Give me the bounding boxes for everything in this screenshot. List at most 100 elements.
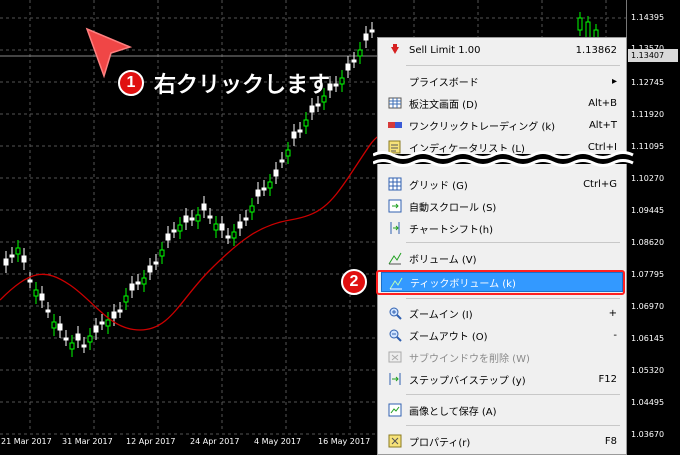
candle-body	[75, 333, 81, 341]
candle-body	[183, 215, 189, 223]
menu-item-step-by-step[interactable]: ステップバイステップ (y) F12	[381, 369, 623, 389]
properties-icon	[388, 434, 402, 448]
step2-annotation: 2	[341, 269, 367, 295]
sell-limit-icon	[388, 43, 402, 57]
date-tick: 4 May 2017	[254, 437, 302, 446]
candle-body	[153, 261, 159, 265]
candle-body	[213, 223, 219, 231]
menu-item-label: プライスボード	[409, 77, 479, 89]
date-tick: 31 Mar 2017	[62, 437, 113, 446]
zoom-in-icon	[388, 306, 402, 320]
candle-body	[57, 323, 63, 331]
price-tick: 1.03670	[631, 430, 665, 439]
one-click-trading-icon	[388, 118, 402, 132]
candle-body	[33, 289, 39, 297]
candle-body	[27, 279, 33, 283]
candle-body	[159, 249, 165, 257]
candle-body	[267, 181, 273, 189]
candle-body	[351, 59, 357, 63]
candle-body	[249, 205, 255, 213]
volume-icon	[388, 251, 402, 265]
candle-body	[303, 119, 309, 127]
menu-item-label: グリッド (G)	[409, 180, 468, 192]
candle-body	[285, 149, 291, 157]
step1-number: 1	[118, 70, 144, 96]
menu-item-properties[interactable]: プロパティ(r) F8	[381, 431, 623, 451]
candle-body	[117, 309, 123, 313]
menu-item-chart-shift[interactable]: チャートシフト(h)	[381, 218, 623, 238]
candle-body	[291, 131, 297, 139]
candle-body	[105, 319, 111, 327]
candle-body	[111, 311, 117, 319]
candle-body	[255, 189, 261, 197]
menu-item-label: ズームアウト (O)	[409, 331, 488, 343]
candle-body	[9, 254, 15, 258]
candle-body	[177, 224, 183, 232]
price-tick: 1.05320	[631, 366, 665, 375]
menu-item-grid[interactable]: グリッド (G) Ctrl+G	[381, 174, 623, 194]
menu-item-order-book[interactable]: 板注文画面 (D) Alt+B	[381, 93, 623, 113]
price-tick: 1.11095	[631, 142, 665, 151]
tick-volume-highlight-frame	[376, 270, 625, 295]
delete-subwindow-icon	[388, 350, 402, 364]
menu-item-label: 画像として保存 (A)	[409, 406, 497, 418]
menu-item-price-board[interactable]: プライスボード ▸	[381, 71, 623, 91]
candle-body	[195, 214, 201, 222]
menu-item-zoom-in[interactable]: ズームイン (I) +	[381, 303, 623, 323]
candle-body	[99, 321, 105, 325]
price-tick: 1.14395	[631, 13, 665, 22]
price-tick: 1.04495	[631, 398, 665, 407]
candle-body	[309, 105, 315, 113]
candle-body	[123, 295, 129, 303]
candle-body	[63, 337, 69, 341]
menu-item-zoom-out[interactable]: ズームアウト (O) -	[381, 325, 623, 345]
candle-body	[297, 129, 303, 133]
menu-item-one-click-trading[interactable]: ワンクリックトレーディング (k) Alt+T	[381, 115, 623, 135]
menu-item-auto-scroll[interactable]: 自動スクロール (S)	[381, 196, 623, 216]
candle-body	[141, 277, 147, 285]
menu-item-label: Sell Limit 1.00	[409, 44, 481, 56]
menu-item-shortcut: -	[613, 329, 617, 341]
menu-separator	[406, 242, 620, 243]
candle-body	[207, 215, 213, 219]
candle-body	[165, 233, 171, 241]
candle-body	[219, 223, 225, 231]
menu-item-save-image[interactable]: 画像として保存 (A)	[381, 400, 623, 420]
menu-item-label: サブウインドウを削除 (W)	[409, 353, 530, 365]
date-tick: 12 Apr 2017	[126, 437, 176, 446]
candle-body	[171, 229, 177, 233]
date-tick: 16 May 2017	[318, 437, 371, 446]
candle-body	[261, 187, 267, 191]
candle-body	[357, 49, 363, 57]
candle-body	[363, 33, 369, 41]
date-tick: 21 Mar 2017	[1, 437, 52, 446]
menu-separator	[406, 425, 620, 426]
candle-body	[51, 321, 57, 329]
menu-item-label: 板注文画面 (D)	[409, 99, 478, 111]
candle-body	[315, 103, 321, 107]
menu-separator	[406, 65, 620, 66]
price-tick: 1.10270	[631, 174, 665, 183]
candle-body	[345, 63, 351, 71]
candle-body	[237, 221, 243, 229]
price-axis	[626, 0, 680, 455]
menu-item-sell-limit[interactable]: Sell Limit 1.00 1.13862	[381, 40, 623, 60]
price-tick: 1.06970	[631, 302, 665, 311]
date-tick: 24 Apr 2017	[190, 437, 240, 446]
menu-item-volume[interactable]: ボリューム (V)	[381, 248, 623, 268]
price-tick: 1.11920	[631, 110, 665, 119]
grid-icon	[388, 177, 402, 191]
price-tick: 1.07795	[631, 270, 665, 279]
candle-body	[333, 83, 339, 87]
menu-item-label: ボリューム (V)	[409, 254, 477, 266]
order-book-icon	[388, 96, 402, 110]
candle-body	[369, 29, 375, 33]
candle-body	[87, 335, 93, 343]
candle-body	[279, 159, 285, 163]
menu-item-value: 1.13862	[575, 44, 617, 56]
menu-separator	[406, 298, 620, 299]
menu-item-label: チャートシフト(h)	[409, 224, 494, 236]
candle-body	[273, 169, 279, 177]
candle-body	[189, 217, 195, 221]
zoom-out-icon	[388, 328, 402, 342]
